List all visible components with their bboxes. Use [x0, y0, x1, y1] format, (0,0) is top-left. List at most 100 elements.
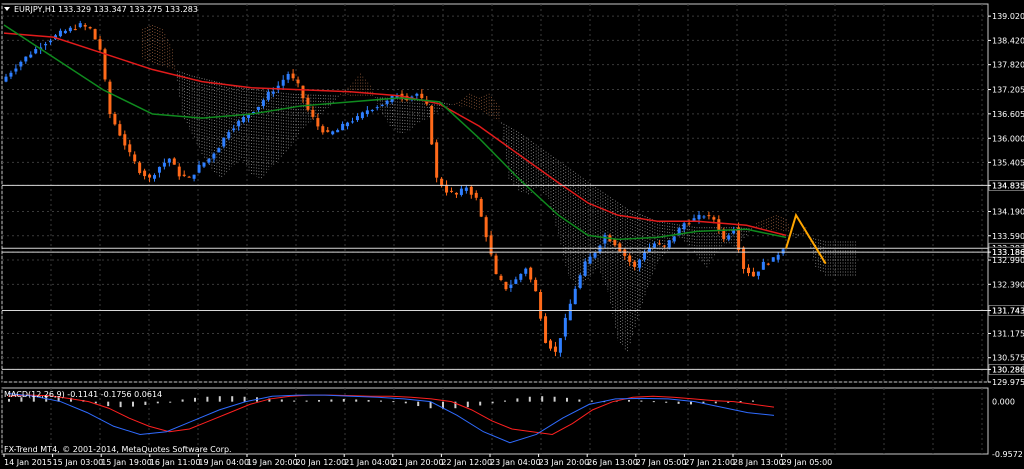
- candle-body: [697, 214, 701, 220]
- macd-bar: [528, 396, 531, 402]
- time-tick-label: 21 Jan 20:00: [393, 458, 444, 467]
- macd-bar: [342, 398, 345, 402]
- macd-bar: [739, 401, 742, 403]
- candle-body: [133, 154, 137, 162]
- price-tick-label: 137.205: [992, 86, 1024, 95]
- candle-body: [544, 316, 548, 343]
- candle-body: [742, 247, 746, 269]
- macd-bar: [305, 400, 308, 402]
- candle-body: [148, 174, 152, 178]
- candle-body: [756, 271, 760, 276]
- macd-bar: [640, 400, 643, 402]
- candle-body: [464, 187, 468, 191]
- candle-body: [157, 166, 161, 173]
- time-tick-label: 21 Jan 04:00: [344, 458, 395, 467]
- candle-body: [326, 130, 330, 132]
- candle-body: [108, 81, 112, 115]
- candle-body: [519, 273, 523, 280]
- macd-bar: [218, 396, 221, 402]
- macd-bar: [479, 401, 482, 406]
- candle-body: [113, 114, 117, 125]
- macd-bar: [119, 401, 122, 408]
- ohlc-label: 133.329 133.347 133.275 133.283: [58, 5, 198, 14]
- price-tick-label: 130.575: [992, 354, 1024, 363]
- candle-body: [177, 166, 181, 177]
- candle-body: [385, 100, 389, 104]
- candle-body: [9, 72, 13, 77]
- macd-bar: [628, 400, 630, 402]
- price-tick-label: 137.820: [992, 61, 1024, 70]
- candle-body: [539, 292, 543, 319]
- price-tick-label: 136.000: [992, 134, 1024, 143]
- price-tick-label: 134.190: [992, 208, 1024, 217]
- candle-body: [623, 249, 627, 257]
- candle-body: [430, 105, 434, 145]
- macd-label: MACD(12,26,9) -0.1141 -0.1756 0.0614: [4, 390, 162, 399]
- candle-body: [593, 252, 597, 258]
- macd-bar: [206, 396, 209, 402]
- candle-body: [702, 216, 706, 218]
- time-tick-label: 27 Jan 05:00: [636, 458, 687, 467]
- candle-body: [355, 116, 359, 121]
- candle-body: [618, 243, 622, 252]
- time-tick-label: 28 Jan 13:00: [733, 458, 784, 467]
- candle-body: [365, 110, 369, 115]
- macd-bar: [752, 400, 754, 402]
- candle-body: [652, 243, 656, 248]
- candle-body: [162, 162, 166, 167]
- time-tick-label: 23 Jan 20:00: [539, 458, 590, 467]
- candle-body: [380, 104, 384, 106]
- time-tick-label: 20 Jan 12:00: [296, 458, 347, 467]
- candle-body: [558, 338, 562, 353]
- candle-body: [568, 303, 572, 321]
- candle-body: [588, 256, 592, 264]
- macd-bar: [491, 401, 494, 404]
- candle-body: [187, 176, 191, 178]
- candle-body: [167, 158, 171, 163]
- candle-body: [717, 219, 721, 231]
- candle-body: [747, 267, 750, 274]
- candle-body: [281, 79, 285, 86]
- time-tick-label: 15 Jan 03:00: [53, 458, 104, 467]
- candle-body: [484, 217, 488, 238]
- time-tick-label: 19 Jan 04:00: [198, 458, 249, 467]
- candle-body: [14, 68, 18, 72]
- macd-bar: [156, 401, 159, 404]
- candle-body: [68, 27, 72, 32]
- price-tick-label: 132.390: [992, 280, 1024, 289]
- macd-bar: [466, 401, 469, 408]
- candle-body: [49, 40, 53, 43]
- candle-body: [351, 121, 354, 123]
- candle-body: [336, 130, 340, 133]
- candle-body: [44, 44, 48, 46]
- macd-bar: [144, 401, 147, 405]
- candle-body: [578, 275, 582, 288]
- macd-bar: [231, 396, 234, 402]
- time-tick-label: 23 Jan 04:00: [490, 458, 541, 467]
- candle-body: [751, 271, 755, 277]
- candle-body: [712, 217, 716, 220]
- candle-body: [291, 73, 295, 79]
- macd-bar: [181, 399, 184, 402]
- candle-body: [573, 288, 577, 305]
- macd-bar: [132, 401, 134, 407]
- candle-body: [454, 192, 458, 195]
- candle-body: [306, 97, 310, 110]
- time-tick-label: 27 Jan 21:00: [684, 458, 735, 467]
- candle-body: [563, 317, 567, 337]
- candle-body: [509, 284, 513, 288]
- candle-body: [128, 144, 132, 153]
- candle-body: [4, 76, 8, 82]
- candle-body: [202, 162, 206, 167]
- macd-bar: [566, 397, 568, 402]
- price-tick-label: 136.605: [992, 110, 1024, 119]
- time-tick-label: 14 Jan 2015: [4, 458, 52, 467]
- candle-body: [360, 112, 364, 119]
- candle-body: [331, 131, 335, 135]
- candle-body: [672, 236, 676, 242]
- candle-body: [242, 117, 246, 123]
- candle-body: [549, 340, 552, 349]
- candle-body: [346, 122, 350, 127]
- candle-body: [667, 240, 671, 248]
- candle-body: [197, 165, 201, 173]
